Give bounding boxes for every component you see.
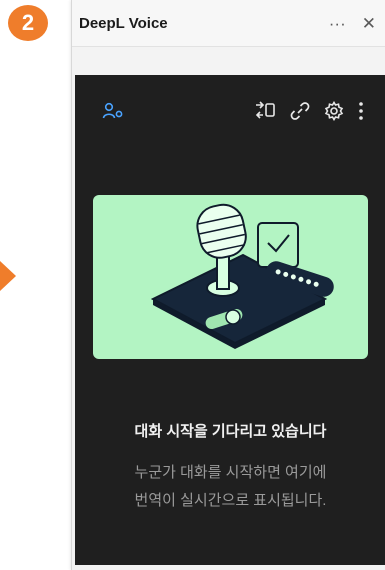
- title-actions: ··· ✕: [329, 15, 376, 32]
- more-vertical-icon[interactable]: [358, 101, 364, 121]
- profile-icon[interactable]: [102, 102, 124, 120]
- panel-actions: [254, 101, 364, 121]
- step-badge: 2: [8, 5, 48, 41]
- toolbar-strip: [72, 47, 385, 75]
- more-options-button[interactable]: ···: [329, 15, 346, 32]
- gear-icon[interactable]: [324, 101, 344, 121]
- link-icon[interactable]: [290, 101, 310, 121]
- window-title: DeepL Voice: [79, 14, 168, 32]
- microphone-illustration-art: [150, 203, 334, 349]
- panel-toolbar: [75, 75, 385, 145]
- close-button[interactable]: ✕: [362, 15, 376, 32]
- title-bar: DeepL Voice ··· ✕: [72, 0, 385, 47]
- empty-state-line-1: 누군가 대화를 시작하면 여기에: [134, 464, 327, 481]
- empty-state-description: 누군가 대화를 시작하면 여기에 번역이 실시간으로 표시됩니다.: [75, 459, 385, 515]
- empty-state-headline: 대화 시작을 기다리고 있습니다: [134, 423, 327, 440]
- microphone-illustration: [93, 195, 368, 359]
- swap-icon[interactable]: [254, 101, 276, 121]
- voice-panel: 대화 시작을 기다리고 있습니다 누군가 대화를 시작하면 여기에 번역이 실시…: [75, 75, 385, 565]
- deepl-voice-window: DeepL Voice ··· ✕ 대화 시작을 기다리고 있습니다 누군가 대…: [71, 0, 385, 570]
- empty-state-line-2: 번역이 실시간으로 표시됩니다.: [134, 492, 327, 509]
- pointer-arrow: [0, 261, 16, 291]
